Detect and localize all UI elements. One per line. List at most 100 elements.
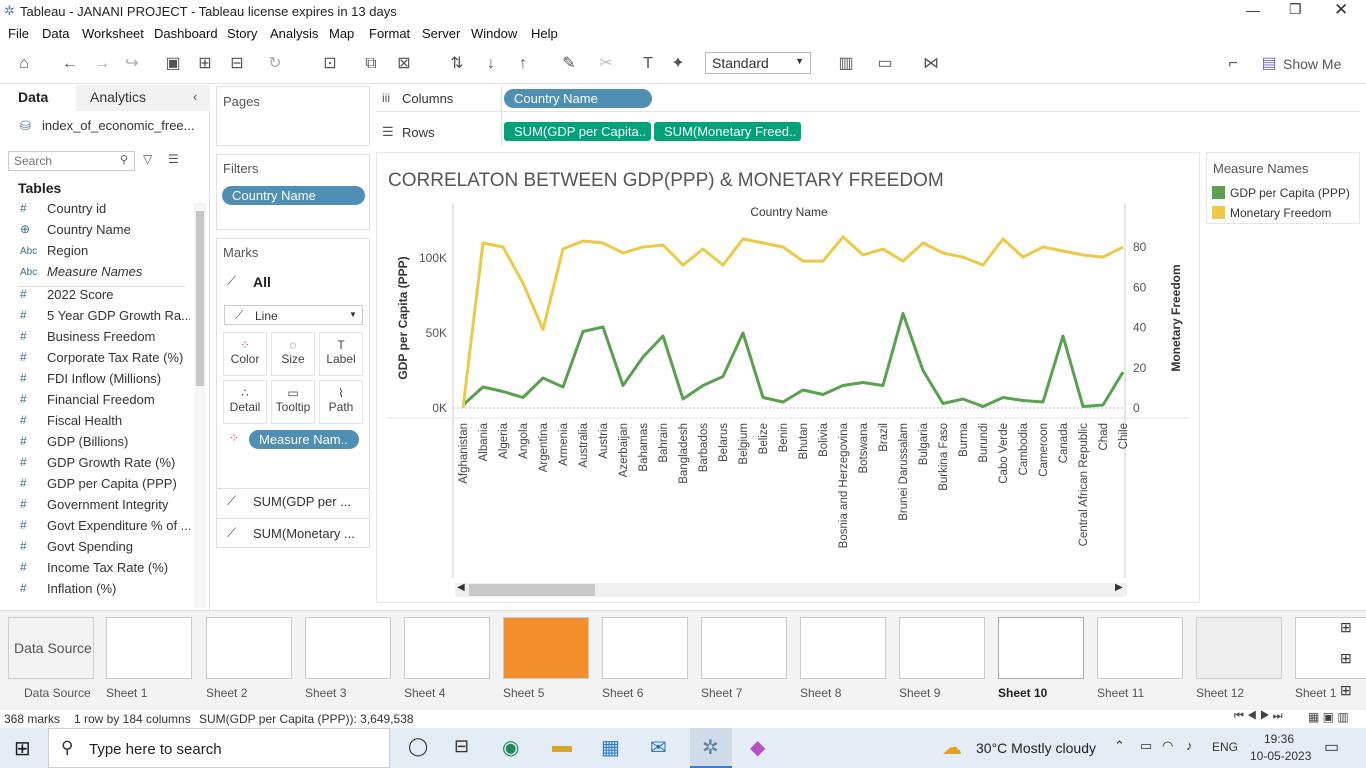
- sheet-tab-label[interactable]: Sheet 1: [106, 686, 147, 700]
- fit-dropdown[interactable]: Standard ▼: [705, 52, 811, 74]
- close-icon[interactable]: ✕: [1334, 0, 1348, 20]
- field-item[interactable]: # Country id: [0, 201, 190, 222]
- sheet-tab-label[interactable]: Data Source: [24, 686, 91, 700]
- minimize-icon[interactable]: —: [1246, 2, 1260, 18]
- store-icon[interactable]: ▦: [601, 735, 620, 760]
- new-worksheet-icon[interactable]: ⊡: [318, 54, 342, 74]
- share-icon[interactable]: ⋈: [920, 54, 942, 74]
- field-item[interactable]: # GDP (Billions): [0, 434, 190, 455]
- field-item[interactable]: Abc Region: [0, 243, 190, 264]
- new-dashboard-icon[interactable]: ⊞: [1340, 650, 1352, 667]
- sheet-thumbnail[interactable]: [602, 617, 688, 679]
- field-item[interactable]: # GDP per Capita (PPP): [0, 476, 190, 497]
- sheet-tab-label[interactable]: Sheet 4: [404, 686, 445, 700]
- taskbar-search-box[interactable]: ⚲ Type here to search: [48, 728, 390, 768]
- field-item[interactable]: Abc Measure Names: [0, 264, 190, 285]
- marks-sum-gdp[interactable]: SUM(GDP per ...: [253, 494, 351, 509]
- menu-server[interactable]: Server: [422, 26, 460, 41]
- notifications-icon[interactable]: ▭: [1324, 737, 1339, 757]
- marks-all[interactable]: All: [253, 274, 271, 290]
- widgets-icon[interactable]: ⊟: [454, 736, 469, 757]
- sheet-tab-label[interactable]: Sheet 1: [1295, 686, 1336, 700]
- show-me-icon[interactable]: ▤: [1260, 54, 1278, 74]
- legend-item-monetary[interactable]: Monetary Freedom: [1230, 206, 1331, 220]
- sheet-thumbnail[interactable]: [106, 617, 192, 679]
- scrollbar-thumb[interactable]: [196, 211, 204, 386]
- sheet-tab-label[interactable]: Sheet 2: [206, 686, 247, 700]
- paint-icon[interactable]: ◆: [750, 735, 765, 760]
- sheet-tab-label[interactable]: Sheet 3: [305, 686, 346, 700]
- field-item[interactable]: # Business Freedom: [0, 329, 190, 350]
- tab-data[interactable]: Data: [0, 85, 76, 111]
- clock-time[interactable]: 19:36: [1264, 732, 1294, 746]
- view-options-icon[interactable]: ☰: [168, 152, 179, 166]
- sheet-thumbnail[interactable]: [998, 617, 1084, 679]
- sheet-tab-label[interactable]: Sheet 7: [701, 686, 742, 700]
- highlight-icon[interactable]: ✎: [558, 54, 580, 74]
- sheet-tab-label[interactable]: Sheet 6: [602, 686, 643, 700]
- marks-sum-monetary[interactable]: SUM(Monetary ...: [253, 526, 355, 541]
- sheet-thumbnail[interactable]: [1097, 617, 1183, 679]
- menu-worksheet[interactable]: Worksheet: [82, 26, 144, 41]
- menu-map[interactable]: Map: [329, 26, 354, 41]
- field-item[interactable]: # FDI Inflow (Millions): [0, 371, 190, 392]
- menu-data[interactable]: Data: [42, 26, 69, 41]
- new-story-icon[interactable]: ⊞: [1340, 682, 1352, 699]
- label-button[interactable]: T Label: [319, 332, 363, 376]
- sort-descending-icon[interactable]: ↑: [512, 54, 534, 74]
- presentation-icon[interactable]: ▭: [874, 54, 896, 74]
- sheet-tab-label[interactable]: Sheet 12: [1196, 686, 1244, 700]
- field-item[interactable]: # Inflation (%): [0, 581, 190, 602]
- show-labels-icon[interactable]: T: [637, 54, 659, 74]
- tray-chevron-icon[interactable]: ⌃: [1114, 738, 1125, 754]
- rows-pill-monetary[interactable]: SUM(Monetary Freed..: [654, 122, 801, 141]
- line-chart[interactable]: CORRELATON BETWEEN GDP(PPP) & MONETARY F…: [377, 153, 1199, 602]
- sheet-tab-label[interactable]: Sheet 11: [1097, 686, 1144, 700]
- field-item[interactable]: # GDP Growth Rate (%): [0, 455, 190, 476]
- sheet-thumbnail[interactable]: Data Source: [8, 617, 94, 679]
- sheet-thumbnail[interactable]: [503, 617, 589, 679]
- refresh-icon[interactable]: ↻: [264, 54, 286, 74]
- cards-icon[interactable]: ▥: [835, 54, 857, 74]
- menu-help[interactable]: Help: [531, 26, 558, 41]
- path-button[interactable]: ⌇ Path: [319, 380, 363, 424]
- new-datasource-icon[interactable]: ⊞: [194, 54, 216, 74]
- sheet-thumbnail[interactable]: [1196, 617, 1282, 679]
- detail-button[interactable]: ∴ Detail: [223, 380, 267, 424]
- restore-icon[interactable]: ❐: [1289, 1, 1302, 18]
- field-item[interactable]: # Government Integrity: [0, 497, 190, 518]
- duplicate-icon[interactable]: ⧉: [360, 54, 382, 74]
- filter-icon[interactable]: ▽: [143, 152, 152, 166]
- legend-item-gdp[interactable]: GDP per Capita (PPP): [1230, 186, 1350, 200]
- swap-icon[interactable]: ⇅: [446, 54, 468, 74]
- datasource-name[interactable]: index_of_economic_free...: [42, 118, 194, 133]
- collapse-pane-icon[interactable]: ‹: [193, 89, 197, 104]
- pin-icon[interactable]: ✦: [667, 54, 689, 74]
- sheet-thumbnail[interactable]: [404, 617, 490, 679]
- wifi-icon[interactable]: ◠: [1162, 738, 1173, 754]
- pause-updates-icon[interactable]: ⊟: [226, 54, 248, 74]
- tableau-taskbar-button[interactable]: ✲: [690, 728, 732, 768]
- redo-icon[interactable]: →: [90, 54, 114, 74]
- color-button[interactable]: ⁘ Color: [223, 332, 267, 376]
- menu-format[interactable]: Format: [369, 26, 410, 41]
- sheet-tab-label[interactable]: Sheet 10: [998, 686, 1047, 700]
- menu-file[interactable]: File: [8, 26, 29, 41]
- save-icon[interactable]: ▣: [162, 54, 184, 74]
- size-button[interactable]: ◌ Size: [271, 332, 315, 376]
- task-view-icon[interactable]: ◯: [408, 736, 428, 757]
- rows-pill-gdp[interactable]: SUM(GDP per Capita..: [504, 122, 651, 141]
- volume-icon[interactable]: ♪: [1186, 738, 1193, 753]
- scroll-right-icon[interactable]: ▶: [1115, 582, 1123, 593]
- field-item[interactable]: # Financial Freedom: [0, 392, 190, 413]
- mark-type-dropdown[interactable]: ⟋ Line ▼: [224, 305, 363, 325]
- tooltip-button[interactable]: ▭ Tooltip: [271, 380, 315, 424]
- replay-icon[interactable]: ↪: [120, 54, 144, 74]
- columns-pill-country-name[interactable]: Country Name: [504, 89, 652, 108]
- sheet-tab-label[interactable]: Sheet 8: [800, 686, 841, 700]
- mail-icon[interactable]: ✉: [650, 735, 667, 760]
- field-item[interactable]: # Govt Spending: [0, 539, 190, 560]
- field-item[interactable]: # Corporate Tax Rate (%): [0, 350, 190, 371]
- field-item[interactable]: # Income Tax Rate (%): [0, 560, 190, 581]
- field-item[interactable]: # Fiscal Health: [0, 413, 190, 434]
